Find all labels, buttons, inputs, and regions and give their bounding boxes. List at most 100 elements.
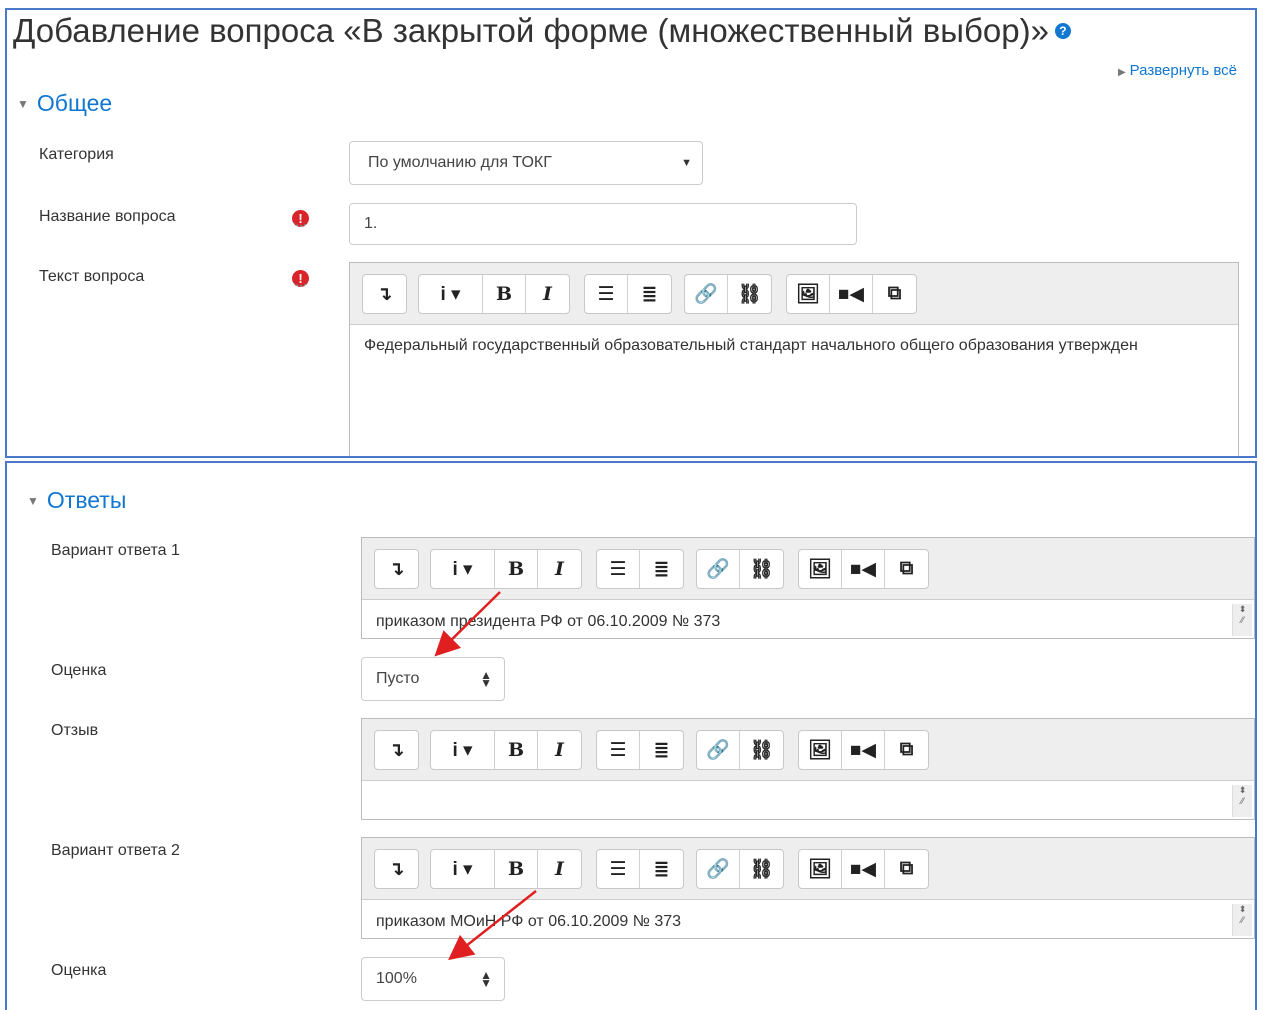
video-icon[interactable]: ■◀ [842,550,885,588]
category-label: Категория [39,146,114,163]
answers-panel: ▼ Ответы Вариант ответа 1 ↴ i ▾ B I ☰ ≣ 🔗… [5,461,1257,1010]
numbered-list-icon[interactable]: ≣ [628,275,671,313]
toolbar-group-links: 🔗 ⛓ [696,549,784,589]
toolbar-group-format: i ▾ B I [430,849,582,889]
grade1-label: Оценка [51,662,107,679]
section-general-header[interactable]: ▼ Общее [17,90,112,117]
video-icon[interactable]: ■◀ [830,275,873,313]
question-text-content[interactable]: Федеральный государственный образователь… [350,327,1238,364]
question-name-value: 1. [364,215,378,232]
grade2-value: 100% [376,970,417,987]
unlink-icon[interactable]: ⛓ [740,731,783,769]
toolbar-info-icon[interactable]: i ▾ [431,731,495,769]
answer1-editor[interactable]: ↴ i ▾ B I ☰ ≣ 🔗 ⛓ 🖼 ■◀ ⧉ приказом презид… [361,537,1255,639]
toolbar-bold-button[interactable]: B [495,550,538,588]
toolbar-expand-icon[interactable]: ↴ [375,550,418,588]
image-icon[interactable]: 🖼 [799,550,842,588]
general-panel: Добавление вопроса «В закрытой форме (мн… [5,8,1257,458]
numbered-list-icon[interactable]: ≣ [640,850,683,888]
bullet-list-icon[interactable]: ☰ [597,850,640,888]
link-icon[interactable]: 🔗 [697,550,740,588]
bullet-list-icon[interactable]: ☰ [585,275,628,313]
toolbar-group-expand: ↴ [362,274,407,314]
resize-handle-icon[interactable]: ⬍ ⁄⁄ [1232,785,1252,817]
toolbar-group-media: 🖼 ■◀ ⧉ [798,549,929,589]
answer1-content[interactable]: приказом президента РФ от 06.10.2009 № 3… [362,603,1254,640]
expand-triangle-icon: ▶ [1117,67,1126,78]
question-text-label: Текст вопроса [39,268,145,285]
required-icon: ! [292,270,309,287]
grade2-select[interactable]: 100% ▲ ▼ [361,957,505,1001]
feedback-label: Отзыв [51,722,99,739]
toolbar-italic-button[interactable]: I [538,731,581,769]
toolbar-expand-icon[interactable]: ↴ [375,731,418,769]
grade1-value: Пусто [376,670,420,687]
image-icon[interactable]: 🖼 [787,275,830,313]
numbered-list-icon[interactable]: ≣ [640,550,683,588]
toolbar-info-icon[interactable]: i ▾ [419,275,483,313]
toolbar-bold-button[interactable]: B [495,850,538,888]
question-name-label: Название вопроса [39,208,176,225]
toolbar-info-icon[interactable]: i ▾ [431,850,495,888]
toolbar-group-lists: ☰ ≣ [596,849,684,889]
page-title: Добавление вопроса «В закрытой форме (мн… [13,12,1071,50]
manage-files-icon[interactable]: ⧉ [873,275,916,313]
video-icon[interactable]: ■◀ [842,731,885,769]
bullet-list-icon[interactable]: ☰ [597,731,640,769]
toolbar-group-format: i ▾ B I [430,549,582,589]
section-answers-header[interactable]: ▼ Ответы [27,487,126,514]
unlink-icon[interactable]: ⛓ [740,850,783,888]
question-name-input[interactable]: 1. [349,203,857,245]
unlink-icon[interactable]: ⛓ [728,275,771,313]
bullet-list-icon[interactable]: ☰ [597,550,640,588]
collapse-caret-icon: ▼ [27,494,39,508]
toolbar-group-links: 🔗 ⛓ [696,730,784,770]
toolbar-group-media: 🖼 ■◀ ⧉ [786,274,917,314]
editor-toolbar: ↴ i ▾ B I ☰ ≣ 🔗 ⛓ 🖼 ■◀ ⧉ [362,538,1254,600]
resize-handle-icon[interactable]: ⬍ ⁄⁄ [1232,604,1252,636]
link-icon[interactable]: 🔗 [685,275,728,313]
answer2-content[interactable]: приказом МОиН РФ от 06.10.2009 № 373 [362,903,1254,940]
answer1-label: Вариант ответа 1 [51,542,180,559]
question-text-editor[interactable]: ↴ i ▾ B I ☰ ≣ 🔗 ⛓ 🖼 ■◀ ⧉ Федеральный гос… [349,262,1239,456]
numbered-list-icon[interactable]: ≣ [640,731,683,769]
link-icon[interactable]: 🔗 [697,850,740,888]
toolbar-expand-icon[interactable]: ↴ [363,275,406,313]
expand-all-link[interactable]: ▶ Развернуть всё [1118,62,1237,79]
manage-files-icon[interactable]: ⧉ [885,550,928,588]
feedback-editor[interactable]: ↴ i ▾ B I ☰ ≣ 🔗 ⛓ 🖼 ■◀ ⧉ ⬍ ⁄⁄ [361,718,1255,820]
toolbar-info-icon[interactable]: i ▾ [431,550,495,588]
image-icon[interactable]: 🖼 [799,731,842,769]
answer2-editor[interactable]: ↴ i ▾ B I ☰ ≣ 🔗 ⛓ 🖼 ■◀ ⧉ приказом МОиН Р… [361,837,1255,939]
dropdown-arrow-icon: ▼ [681,157,692,169]
link-icon[interactable]: 🔗 [697,731,740,769]
unlink-icon[interactable]: ⛓ [740,550,783,588]
manage-files-icon[interactable]: ⧉ [885,731,928,769]
toolbar-italic-button[interactable]: I [526,275,569,313]
toolbar-group-format: i ▾ B I [418,274,570,314]
updown-arrow-icon: ▲ ▼ [480,668,492,690]
feedback-content[interactable] [362,784,1254,800]
toolbar-group-expand: ↴ [374,849,419,889]
toolbar-italic-button[interactable]: I [538,850,581,888]
section-general-title: Общее [36,90,113,116]
grade1-select[interactable]: Пусто ▲ ▼ [361,657,505,701]
toolbar-expand-icon[interactable]: ↴ [375,850,418,888]
toolbar-group-expand: ↴ [374,549,419,589]
category-select[interactable]: По умолчанию для ТОКГ ▼ [349,141,703,185]
editor-toolbar: ↴ i ▾ B I ☰ ≣ 🔗 ⛓ 🖼 ■◀ ⧉ [350,263,1238,325]
image-icon[interactable]: 🖼 [799,850,842,888]
toolbar-group-links: 🔗 ⛓ [696,849,784,889]
resize-handle-icon[interactable]: ⬍ ⁄⁄ [1232,904,1252,936]
required-icon: ! [292,210,309,227]
expand-all-label: Развернуть всё [1129,62,1237,79]
manage-files-icon[interactable]: ⧉ [885,850,928,888]
toolbar-italic-button[interactable]: I [538,550,581,588]
toolbar-bold-button[interactable]: B [483,275,526,313]
help-icon[interactable]: ? [1054,23,1071,40]
video-icon[interactable]: ■◀ [842,850,885,888]
collapse-caret-icon: ▼ [17,97,29,111]
category-select-value: По умолчанию для ТОКГ [368,154,552,171]
toolbar-group-format: i ▾ B I [430,730,582,770]
toolbar-bold-button[interactable]: B [495,731,538,769]
